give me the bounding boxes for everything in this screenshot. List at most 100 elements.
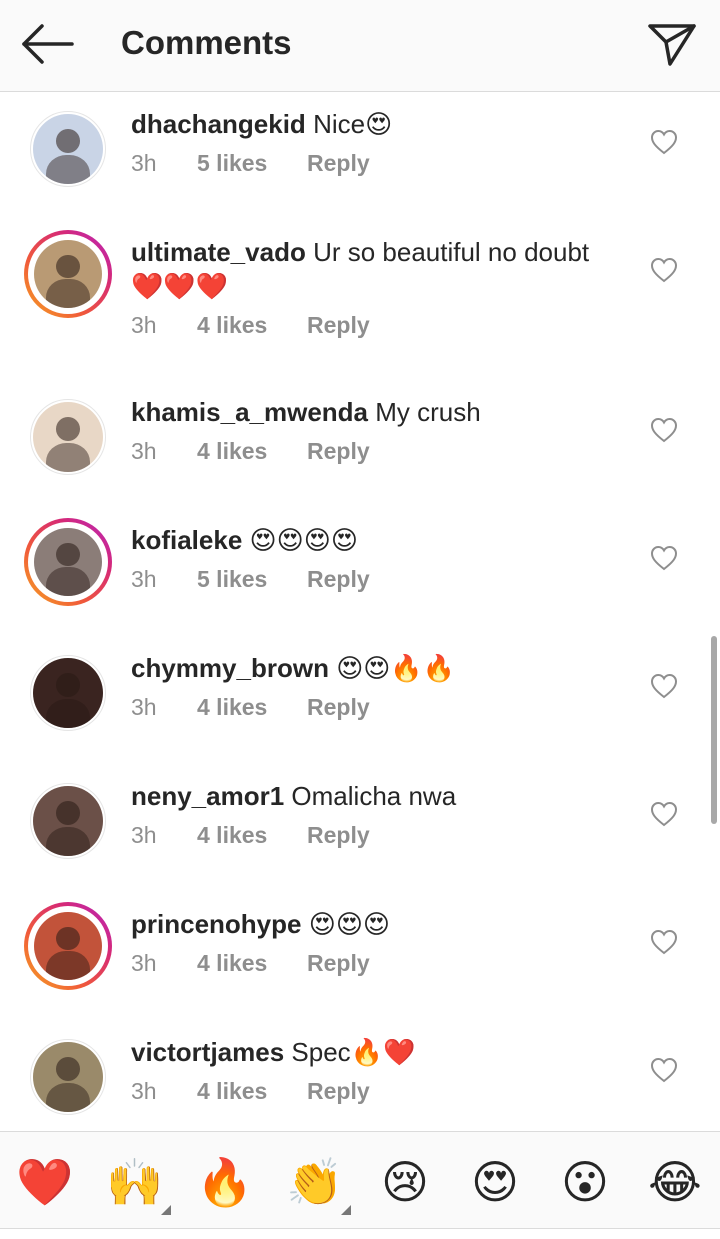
comment-time: 3h <box>131 150 157 176</box>
like-button[interactable] <box>650 545 678 571</box>
comment-text: Omalicha nwa <box>291 781 457 811</box>
reaction-clapping-hands-button[interactable]: 👏 <box>285 1152 345 1212</box>
reply-button[interactable]: Reply <box>307 693 370 721</box>
comment-likes[interactable]: 4 likes <box>197 311 307 339</box>
like-button[interactable] <box>650 417 678 443</box>
avatar-story-ring[interactable] <box>24 230 112 318</box>
comment-row: princenohype 😍😍😍 3h 4 likes Reply <box>0 902 720 1027</box>
comment-text: My crush <box>375 397 481 427</box>
comment-username[interactable]: princenohype <box>131 909 301 939</box>
comment-body: neny_amor1 Omalicha nwa 3h 4 likes Reply <box>131 779 631 849</box>
comment-likes[interactable]: 5 likes <box>197 565 307 593</box>
avatar[interactable] <box>30 1039 106 1115</box>
heart-outline-icon <box>650 545 678 571</box>
heart-outline-icon <box>650 257 678 283</box>
skin-tone-indicator <box>161 1205 171 1215</box>
heart-outline-icon <box>650 929 678 955</box>
reaction-heart-button[interactable]: ❤️ <box>15 1152 75 1212</box>
comment-username[interactable]: kofialeke <box>131 525 242 555</box>
comment-text: Spec🔥❤️ <box>291 1037 416 1067</box>
reaction-crying-face-button[interactable]: 😢 <box>375 1152 435 1212</box>
comment-username[interactable]: dhachangekid <box>131 109 306 139</box>
comment-text-line-2: ❤️❤️❤️ <box>131 271 229 301</box>
reply-button[interactable]: Reply <box>307 437 370 465</box>
comment-meta: 3h 4 likes Reply <box>131 821 631 849</box>
reply-button[interactable]: Reply <box>307 565 370 593</box>
like-button[interactable] <box>650 1057 678 1083</box>
comment-username[interactable]: ultimate_vado <box>131 237 306 267</box>
reply-button[interactable]: Reply <box>307 311 370 339</box>
comment-text: 😍😍😍😍 <box>249 525 358 555</box>
avatar[interactable] <box>30 111 106 187</box>
comment-likes[interactable]: 5 likes <box>197 149 307 177</box>
comment-body: victortjames Spec🔥❤️ 3h 4 likes Reply <box>131 1035 631 1105</box>
comment-row: dhachangekid Nice😍 3h 5 likes Reply <box>0 107 720 227</box>
comment-likes[interactable]: 4 likes <box>197 1077 307 1105</box>
comment-body: princenohype 😍😍😍 3h 4 likes Reply <box>131 907 631 977</box>
comment-username[interactable]: khamis_a_mwenda <box>131 397 368 427</box>
avatar[interactable] <box>30 783 106 859</box>
avatar-image <box>34 240 102 308</box>
reply-button[interactable]: Reply <box>307 149 370 177</box>
comment-row: neny_amor1 Omalicha nwa 3h 4 likes Reply <box>0 779 720 899</box>
share-button[interactable] <box>642 16 702 72</box>
comment-time: 3h <box>131 438 157 464</box>
avatar-image <box>34 912 102 980</box>
avatar-story-ring[interactable] <box>24 518 112 606</box>
top-app-bar: Comments <box>0 0 720 92</box>
paper-plane-icon <box>648 24 696 66</box>
comment-text: Ur so beautiful no doubt <box>313 237 590 267</box>
comment-row: victortjames Spec🔥❤️ 3h 4 likes Reply <box>0 1035 720 1130</box>
avatar-image <box>33 114 103 184</box>
comment-body: dhachangekid Nice😍 3h 5 likes Reply <box>131 107 631 177</box>
comment-meta: 3h 4 likes Reply <box>131 311 631 339</box>
reply-button[interactable]: Reply <box>307 949 370 977</box>
like-button[interactable] <box>650 257 678 283</box>
back-button[interactable] <box>18 18 78 70</box>
comment-username[interactable]: chymmy_brown <box>131 653 329 683</box>
like-button[interactable] <box>650 673 678 699</box>
avatar-image <box>34 528 102 596</box>
avatar[interactable] <box>30 655 106 731</box>
reply-button[interactable]: Reply <box>307 821 370 849</box>
heart-outline-icon <box>650 673 678 699</box>
reaction-raised-hands-button[interactable]: 🙌 <box>105 1152 165 1212</box>
scrollbar[interactable] <box>711 636 717 824</box>
comment-meta: 3h 5 likes Reply <box>131 149 631 177</box>
avatar-image <box>33 786 103 856</box>
comment-body: kofialeke 😍😍😍😍 3h 5 likes Reply <box>131 523 631 593</box>
heart-outline-icon <box>650 801 678 827</box>
comment-time: 3h <box>131 1078 157 1104</box>
reaction-surprised-face-button[interactable]: 😮 <box>555 1152 615 1212</box>
comment-meta: 3h 5 likes Reply <box>131 565 631 593</box>
avatar-story-ring[interactable] <box>24 902 112 990</box>
avatar[interactable] <box>30 399 106 475</box>
avatar-image <box>33 402 103 472</box>
comment-row: khamis_a_mwenda My crush 3h 4 likes Reply <box>0 395 720 515</box>
comment-text: 😍😍🔥🔥 <box>336 653 456 683</box>
reaction-fire-button[interactable]: 🔥 <box>195 1152 255 1212</box>
heart-outline-icon <box>650 417 678 443</box>
comment-time: 3h <box>131 950 157 976</box>
reply-button[interactable]: Reply <box>307 1077 370 1105</box>
skin-tone-indicator <box>341 1205 351 1215</box>
comment-likes[interactable]: 4 likes <box>197 437 307 465</box>
comment-row: ultimate_vado Ur so beautiful no doubt ❤… <box>0 230 720 395</box>
comment-meta: 3h 4 likes Reply <box>131 949 631 977</box>
comment-username[interactable]: neny_amor1 <box>131 781 284 811</box>
like-button[interactable] <box>650 801 678 827</box>
comment-likes[interactable]: 4 likes <box>197 949 307 977</box>
reaction-heart-eyes-button[interactable]: 😍 <box>465 1152 525 1212</box>
comment-likes[interactable]: 4 likes <box>197 821 307 849</box>
comment-list[interactable]: dhachangekid Nice😍 3h 5 likes Reply ultima… <box>0 93 720 1130</box>
comment-row: kofialeke 😍😍😍😍 3h 5 likes Reply <box>0 518 720 643</box>
like-button[interactable] <box>650 929 678 955</box>
comment-body: khamis_a_mwenda My crush 3h 4 likes Reply <box>131 395 631 465</box>
reaction-tears-of-joy-button[interactable]: 😂 <box>645 1152 705 1212</box>
like-button[interactable] <box>650 129 678 155</box>
comment-body: ultimate_vado Ur so beautiful no doubt ❤… <box>131 235 631 339</box>
avatar-image <box>33 658 103 728</box>
heart-outline-icon <box>650 1057 678 1083</box>
comment-username[interactable]: victortjames <box>131 1037 284 1067</box>
comment-likes[interactable]: 4 likes <box>197 693 307 721</box>
